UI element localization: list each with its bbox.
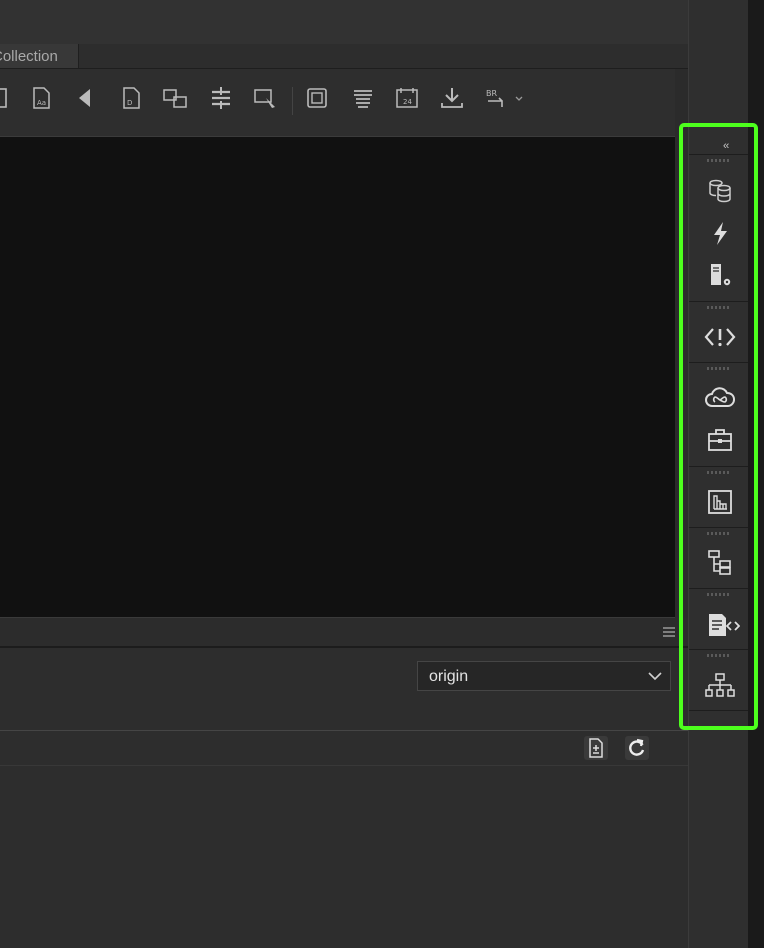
calendar-icon[interactable]: 24 <box>394 85 420 111</box>
cursor-select-icon[interactable] <box>252 85 278 111</box>
svg-text:D: D <box>127 99 132 107</box>
diff-file-button[interactable] <box>584 736 608 760</box>
refresh-icon <box>629 738 645 756</box>
triangle-left-icon[interactable] <box>72 85 98 111</box>
page-icon[interactable] <box>0 85 12 111</box>
tab-collection[interactable]: Collection <box>0 44 79 68</box>
panel-header <box>0 618 688 648</box>
svg-text:Aa: Aa <box>37 99 46 107</box>
svg-text:BR: BR <box>486 89 497 98</box>
toolbar-separator <box>292 87 293 115</box>
title-bar <box>0 0 748 45</box>
git-panel: origin <box>0 648 688 948</box>
branch-select[interactable]: origin <box>417 661 671 691</box>
stack-icon[interactable] <box>350 85 376 111</box>
panel-divider <box>0 730 688 731</box>
align-icon[interactable] <box>208 85 234 111</box>
toolbar: Aa D 24 BR <box>0 69 675 137</box>
menu-icon[interactable] <box>661 625 677 639</box>
tab-label: Collection <box>0 48 58 65</box>
download-icon[interactable] <box>439 85 465 111</box>
diff-file-icon <box>589 738 603 758</box>
branch-select-value: origin <box>429 668 469 685</box>
panel-divider <box>0 765 688 766</box>
frame-icon[interactable] <box>304 85 330 111</box>
text-file-icon[interactable]: Aa <box>28 85 54 111</box>
highlight-annotation <box>679 123 758 730</box>
svg-text:24: 24 <box>403 98 412 106</box>
document-icon[interactable]: D <box>118 85 144 111</box>
canvas-area[interactable] <box>0 137 675 618</box>
chevron-down-icon <box>648 672 662 681</box>
br-sync-icon[interactable]: BR <box>484 85 528 111</box>
link-files-icon[interactable] <box>162 85 188 111</box>
refresh-button[interactable] <box>625 736 649 760</box>
tab-strip: Collection <box>0 44 748 69</box>
